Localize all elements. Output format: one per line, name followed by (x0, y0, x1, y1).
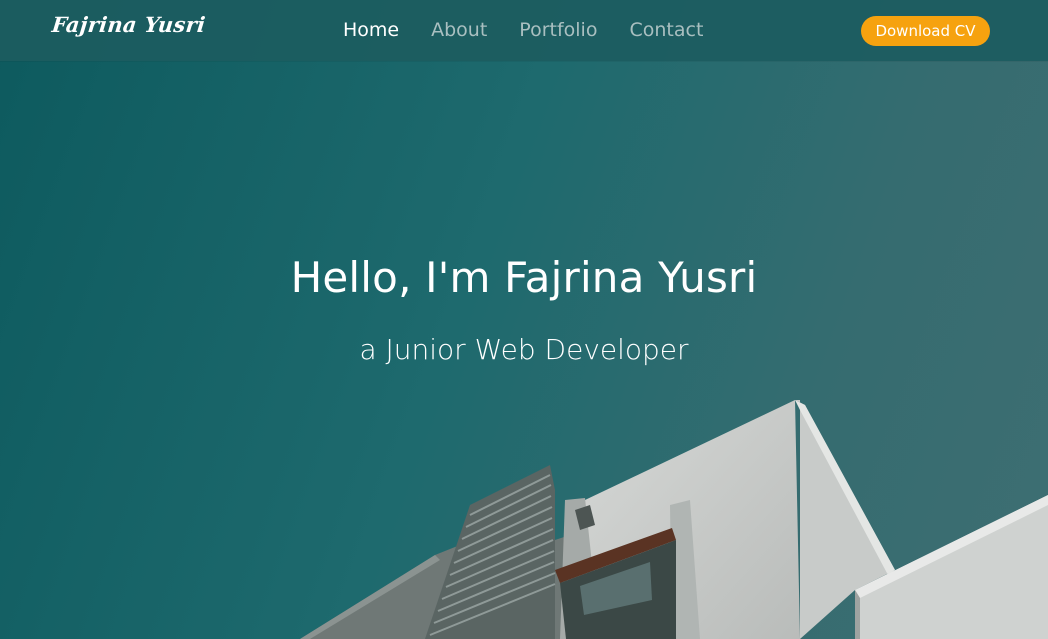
nav-link-about[interactable]: About (431, 19, 487, 41)
hero-title: Hello, I'm Fajrina Yusri (290, 253, 758, 302)
nav-link-contact[interactable]: Contact (629, 19, 703, 41)
nav-link-home[interactable]: Home (343, 19, 399, 41)
nav-links: Home About Portfolio Contact (343, 19, 735, 41)
nav-link-portfolio[interactable]: Portfolio (519, 19, 597, 41)
navbar: Fajrina Yusri Home About Portfolio Conta… (0, 0, 1048, 61)
hero-background-image (300, 400, 1048, 639)
download-cv-button[interactable]: Download CV (861, 16, 990, 46)
page: Fajrina Yusri Home About Portfolio Conta… (0, 0, 1048, 639)
brand-logo[interactable]: Fajrina Yusri (51, 12, 207, 37)
hero-subtitle: a Junior Web Developer (359, 333, 689, 366)
